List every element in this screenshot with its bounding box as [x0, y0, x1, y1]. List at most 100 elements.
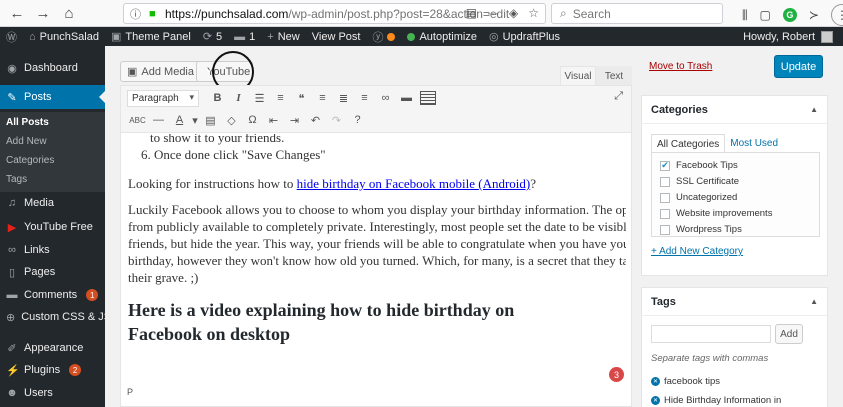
new-content-link[interactable]: + New — [267, 31, 299, 43]
checkbox[interactable] — [660, 208, 670, 219]
tab-text[interactable]: Text — [596, 66, 632, 86]
sidebar-item-posts[interactable]: ✎ Posts — [0, 85, 105, 109]
bold-icon[interactable]: B — [207, 89, 228, 107]
chevron-down-icon[interactable]: ▾ — [190, 111, 200, 129]
categories-panel-header[interactable]: Categories ▲ — [642, 96, 827, 124]
tab-all-categories[interactable]: All Categories — [651, 134, 726, 154]
checkbox[interactable] — [660, 192, 670, 203]
extension-icon[interactable]: ≻ — [809, 8, 819, 22]
checkbox[interactable] — [660, 224, 670, 235]
grammarly-icon[interactable]: G — [782, 8, 797, 22]
indent-icon[interactable]: ⇥ — [284, 111, 305, 129]
strikethrough-icon[interactable]: ABC — [127, 111, 148, 129]
category-item[interactable]: Wordpress Tips — [660, 224, 742, 235]
remove-tag-icon[interactable]: ✕ — [651, 396, 660, 405]
link-icon[interactable]: ∞ — [375, 89, 396, 107]
category-item[interactable]: Uncategorized — [660, 192, 737, 203]
align-center-icon[interactable]: ≣ — [333, 89, 354, 107]
sidebar-item-youtube-free[interactable]: ▶ YouTube Free — [0, 215, 105, 239]
url-bar[interactable]: ⓘ ■ https://punchsalad.com/wp-admin/post… — [123, 3, 546, 24]
italic-icon[interactable]: I — [228, 89, 249, 107]
back-arrow-icon[interactable]: ← — [8, 4, 26, 22]
category-item[interactable]: SSL Certificate — [660, 176, 739, 187]
account-menu[interactable]: Howdy, Robert — [743, 27, 833, 46]
sidebar-item-dashboard[interactable]: ◉ Dashboard — [0, 56, 105, 80]
view-post-link[interactable]: View Post — [312, 31, 361, 43]
outdent-icon[interactable]: ⇤ — [263, 111, 284, 129]
library-icon[interactable]: ⫼ — [742, 8, 748, 23]
mobile-instructions-link[interactable]: hide birthday on Facebook mobile (Androi… — [297, 176, 531, 191]
panel-icon: ▣ — [110, 31, 122, 43]
search-placeholder: Search — [572, 6, 611, 21]
read-more-icon[interactable]: ▬ — [396, 89, 417, 107]
sidebar-item-appearance[interactable]: ✐ Appearance — [0, 336, 105, 360]
remove-tag-icon[interactable]: ✕ — [651, 377, 660, 386]
horizontal-line-icon[interactable]: — — [148, 111, 169, 129]
lock-icon[interactable]: ■ — [149, 8, 161, 20]
forward-arrow-icon[interactable]: → — [34, 4, 52, 22]
sidebar-icon[interactable]: ▢ — [760, 8, 771, 22]
align-left-icon[interactable]: ≡ — [312, 89, 333, 107]
collapse-arrow-icon[interactable]: ▲ — [810, 105, 818, 114]
clear-formatting-icon[interactable]: ◇ — [221, 111, 242, 129]
align-right-icon[interactable]: ≡ — [354, 89, 375, 107]
checkbox[interactable] — [660, 176, 670, 187]
toolbar-toggle-icon[interactable] — [420, 91, 436, 105]
submenu-categories[interactable]: Categories — [6, 155, 54, 166]
bookmark-star-icon[interactable]: ☆ — [528, 6, 539, 20]
special-character-icon[interactable]: Ω — [242, 111, 263, 129]
tag-input[interactable] — [651, 325, 771, 343]
add-media-button[interactable]: ▣ Add Media — [120, 61, 201, 82]
update-button[interactable]: Update — [774, 55, 823, 78]
sidebar-item-users[interactable]: ☻ Users — [0, 381, 105, 405]
bullet-list-icon[interactable]: ☰ — [249, 89, 270, 107]
info-icon[interactable]: ⓘ — [130, 6, 146, 22]
reader-view-icon[interactable]: ▤ — [466, 6, 477, 20]
move-to-trash-link[interactable]: Move to Trash — [649, 61, 712, 72]
plus-circle-icon: ⊕ — [6, 311, 16, 324]
home-icon[interactable]: ⌂ — [60, 4, 78, 22]
submenu-tags[interactable]: Tags — [6, 174, 27, 185]
collapse-arrow-icon[interactable]: ▲ — [810, 297, 818, 306]
editor-content[interactable]: to show it to your friends. 6. Once done… — [128, 134, 626, 386]
paste-text-icon[interactable]: ▤ — [200, 111, 221, 129]
submenu-all-posts[interactable]: All Posts — [6, 117, 49, 128]
site-name-link[interactable]: ⌂ PunchSalad — [29, 31, 99, 43]
more-actions-icon[interactable]: ··· — [487, 6, 499, 20]
sidebar-item-comments[interactable]: ▬ Comments 1 — [0, 283, 105, 307]
sidebar-item-plugins[interactable]: ⚡ Plugins 2 — [0, 358, 105, 382]
redo-icon[interactable]: ↷ — [326, 111, 347, 129]
submenu-add-new[interactable]: Add New — [6, 136, 47, 147]
tab-most-used[interactable]: Most Used — [725, 134, 783, 154]
add-tag-button[interactable]: Add — [775, 324, 803, 344]
plugins-badge: 2 — [69, 364, 82, 376]
tags-panel-header[interactable]: Tags ▲ — [642, 288, 827, 316]
category-item[interactable]: Website improvements — [660, 208, 772, 219]
theme-panel-link[interactable]: ▣ Theme Panel — [110, 30, 191, 44]
text-color-icon[interactable]: A — [169, 111, 190, 129]
autoptimize-link[interactable]: Autoptimize — [407, 31, 477, 43]
wordpress-logo-icon[interactable]: Ⓦ — [6, 29, 17, 45]
pocket-icon[interactable]: ◈ — [509, 6, 518, 20]
updraftplus-link[interactable]: ◎ UpdraftPlus — [489, 30, 560, 44]
numbered-list-icon[interactable]: ≡ — [270, 89, 291, 107]
fullscreen-icon[interactable]: ⤢ — [614, 90, 623, 103]
undo-icon[interactable]: ↶ — [305, 111, 326, 129]
add-new-category-link[interactable]: + Add New Category — [651, 246, 743, 257]
sidebar-item-custom-css-js[interactable]: ⊕ Custom CSS & JS — [0, 305, 111, 329]
checkbox-checked[interactable]: ✔ — [660, 160, 670, 171]
sidebar-item-pages[interactable]: ▯ Pages — [0, 260, 105, 284]
sidebar-item-links[interactable]: ∞ Links — [0, 238, 105, 262]
format-select[interactable]: Paragraph — [127, 89, 199, 107]
category-item[interactable]: ✔ Facebook Tips — [660, 160, 738, 171]
yoast-seo-link[interactable]: ⓨ — [372, 29, 396, 45]
blockquote-icon[interactable]: ❝ — [291, 89, 312, 107]
hamburger-menu-icon[interactable]: ⋮ — [830, 4, 843, 26]
browser-search-input[interactable]: ⌕ Search — [551, 3, 723, 24]
grammarly-issues-badge[interactable]: 3 — [609, 367, 624, 382]
help-icon[interactable]: ? — [347, 111, 368, 129]
comments-link[interactable]: ▬ 1 — [234, 31, 255, 43]
sidebar-item-media[interactable]: ♫ Media — [0, 191, 105, 215]
updates-link[interactable]: ⟳ 5 — [203, 30, 222, 44]
tab-visual[interactable]: Visual — [560, 66, 596, 86]
